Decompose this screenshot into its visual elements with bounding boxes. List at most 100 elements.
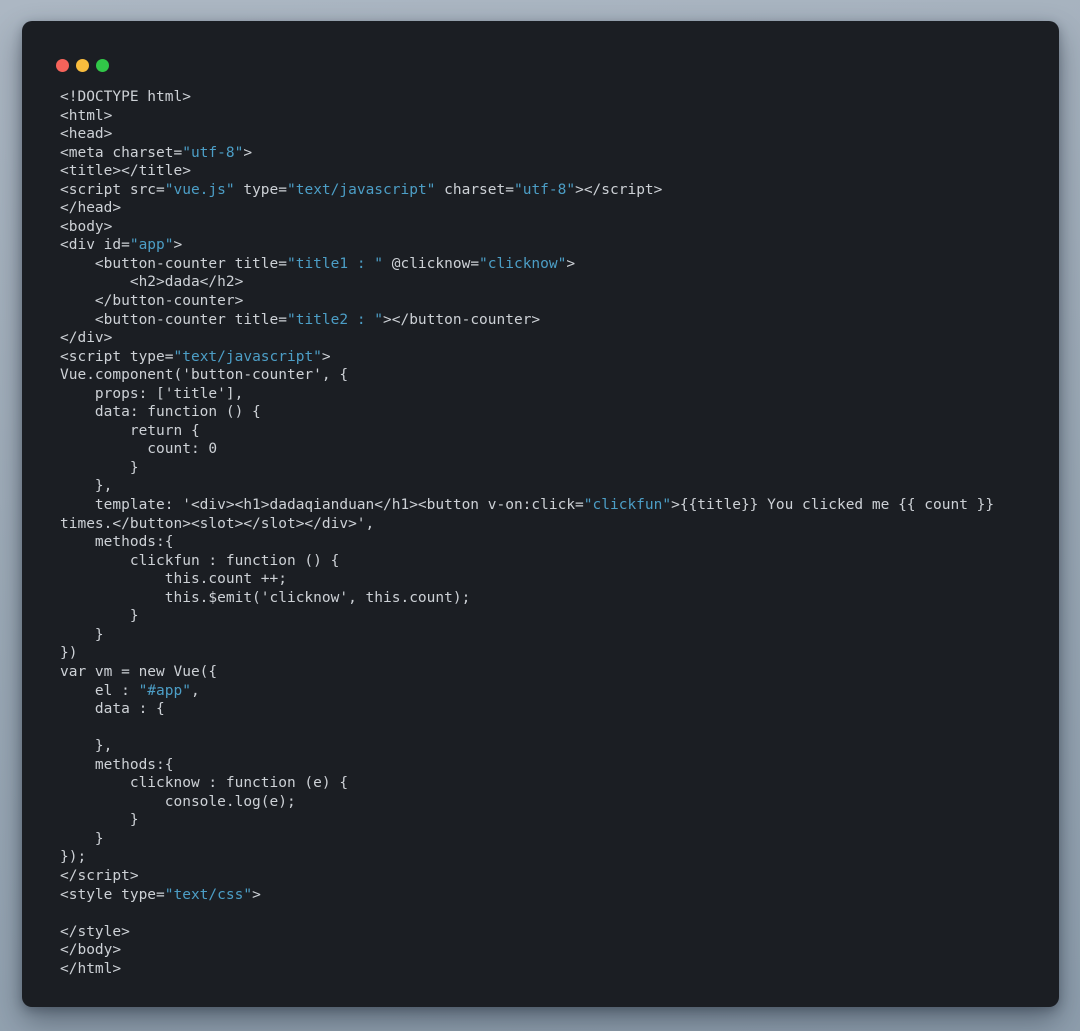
code-line: clickfun : function () {	[60, 552, 1049, 571]
code-line: methods:{	[60, 533, 1049, 552]
code-token: }	[60, 830, 104, 847]
code-line: <meta charset="utf-8">	[60, 144, 1049, 163]
code-string-token: "text/javascript"	[287, 181, 436, 198]
code-token: </html>	[60, 960, 122, 977]
code-editor-window: <!DOCTYPE html> <html> <head> <meta charset…	[22, 21, 1059, 1007]
code-token: },	[60, 478, 113, 495]
code-line: data: function () {	[60, 403, 1049, 422]
code-line: <html>	[60, 107, 1049, 126]
code-token: });	[60, 849, 87, 866]
code-token: ></script>	[575, 181, 663, 198]
code-token: this.count ++;	[60, 571, 287, 588]
code-string-token: "title2 : "	[286, 311, 384, 328]
code-token: </head>	[60, 200, 122, 217]
code-token: times.</button><slot></slot></div>',	[60, 515, 375, 532]
close-button[interactable]	[56, 59, 69, 72]
window-titlebar	[56, 59, 109, 72]
code-line: times.</button><slot></slot></div>',	[60, 515, 1049, 534]
code-line: return {	[60, 422, 1049, 441]
code-token: var vm = new Vue({	[60, 663, 218, 680]
minimize-button[interactable]	[76, 59, 89, 72]
code-line: </script>	[60, 867, 1049, 886]
code-line: <script src="vue.js" type="text/javascri…	[60, 181, 1049, 200]
code-token: data : {	[60, 701, 165, 718]
code-token: >	[566, 255, 576, 272]
code-token: ></button-counter>	[383, 311, 541, 328]
code-string-token: "clickfun"	[583, 497, 672, 514]
code-line: clicknow : function (e) {	[60, 774, 1049, 793]
code-token: ,	[190, 682, 200, 699]
code-token: methods:{	[60, 756, 174, 773]
code-token: <button-counter title=	[60, 311, 287, 328]
zoom-button[interactable]	[96, 59, 109, 72]
code-token: },	[60, 738, 113, 755]
code-line: <script type="text/javascript">	[60, 348, 1049, 367]
code-area[interactable]: <!DOCTYPE html> <html> <head> <meta charset…	[60, 88, 1049, 978]
code-string-token: "app"	[129, 237, 174, 254]
code-line: </html>	[60, 960, 1049, 979]
code-token: data: function () {	[60, 404, 261, 421]
code-line: <div id="app">	[60, 236, 1049, 255]
code-token: Vue.component('button-counter', {	[60, 367, 349, 384]
code-token: clickfun : function () {	[60, 552, 340, 569]
code-token: props: ['title'],	[60, 385, 244, 402]
code-line: var vm = new Vue({	[60, 663, 1049, 682]
code-line: <title></title>	[60, 162, 1049, 181]
code-token: return {	[60, 422, 200, 439]
code-token: </style>	[60, 923, 130, 940]
code-line: </button-counter>	[60, 292, 1049, 311]
code-line: <button-counter title="title2 : "></butt…	[60, 311, 1049, 330]
code-line: </body>	[60, 941, 1049, 960]
code-line: </style>	[60, 923, 1049, 942]
code-token: </script>	[60, 867, 139, 884]
code-string-token: "text/javascript"	[173, 348, 322, 365]
code-line: <body>	[60, 218, 1049, 237]
code-line: }	[60, 830, 1049, 849]
code-line: </div>	[60, 329, 1049, 348]
code-token: @clicknow=	[383, 255, 480, 272]
code-line: }	[60, 811, 1049, 830]
code-token: this.$emit('clicknow', this.count);	[60, 589, 471, 606]
code-token: <html>	[60, 107, 113, 124]
code-token: >{{title}} You clicked me {{ count }}	[671, 497, 995, 514]
code-line: this.count ++;	[60, 570, 1049, 589]
code-token: <!DOCTYPE html>	[60, 89, 191, 105]
code-token: <script type=	[60, 348, 174, 365]
code-token: methods:{	[60, 534, 174, 551]
code-line: count: 0	[60, 440, 1049, 459]
code-token: }	[60, 812, 139, 829]
code-token: type=	[234, 181, 287, 198]
code-token: <script src=	[60, 181, 165, 198]
code-token: <style type=	[60, 886, 165, 903]
code-line: console.log(e);	[60, 793, 1049, 812]
code-string-token: "utf-8"	[513, 181, 576, 198]
code-line: methods:{	[60, 756, 1049, 775]
code-token: >	[321, 348, 331, 365]
code-token: }	[60, 608, 139, 625]
code-token: >	[173, 237, 183, 254]
code-token: </button-counter>	[60, 293, 244, 310]
code-line: template: '<div><h1>dadaqianduan</h1><bu…	[60, 496, 1049, 515]
code-token: console.log(e);	[60, 793, 296, 810]
code-line: data : {	[60, 700, 1049, 719]
code-line: <h2>dada</h2>	[60, 273, 1049, 292]
code-token: clicknow : function (e) {	[60, 775, 349, 792]
code-token: <h2>dada</h2>	[60, 274, 244, 291]
code-line: }	[60, 607, 1049, 626]
code-line: <style type="text/css">	[60, 886, 1049, 905]
code-token: <body>	[60, 218, 113, 235]
code-token: <head>	[60, 126, 113, 143]
code-token: <button-counter title=	[60, 255, 287, 272]
code-line: })	[60, 644, 1049, 663]
code-line: props: ['title'],	[60, 385, 1049, 404]
code-line: <button-counter title="title1 : " @click…	[60, 255, 1049, 274]
code-line: });	[60, 848, 1049, 867]
code-line: }	[60, 626, 1049, 645]
code-string-token: "utf-8"	[182, 144, 244, 161]
code-token: }	[60, 459, 139, 476]
code-token: </body>	[60, 942, 122, 959]
code-token: <div id=	[60, 237, 130, 254]
code-token: count: 0	[60, 441, 218, 458]
code-string-token: "vue.js"	[164, 181, 235, 198]
